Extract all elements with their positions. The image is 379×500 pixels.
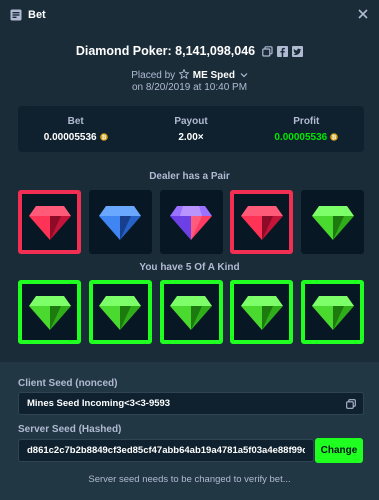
facebook-icon[interactable] — [277, 45, 289, 57]
gem-card — [159, 280, 223, 344]
profit-value: 0.00005536 — [274, 131, 328, 143]
dealer-cards — [18, 190, 364, 254]
star-icon — [178, 69, 189, 79]
bet-value: 0.00005536 — [43, 131, 97, 143]
bet-stat: Bet 0.00005536 ₿ — [18, 106, 133, 152]
client-seed-label: Client Seed (nonced) — [18, 378, 118, 389]
client-seed-value: Mines Seed Incoming<3<3-9593 — [27, 398, 171, 409]
payout-stat: Payout 2.00× — [133, 106, 248, 152]
client-seed-field[interactable]: Mines Seed Incoming<3<3-9593 — [18, 392, 364, 415]
placed-by: Placed by ME Sped — [0, 69, 379, 81]
green-gem-icon — [240, 296, 283, 330]
profit-label: Profit — [293, 115, 320, 127]
payout-label: Payout — [174, 115, 208, 127]
player-result-label: You have 5 Of A Kind — [139, 262, 240, 273]
gem-card — [18, 280, 81, 344]
server-seed-field[interactable]: d861c2c7b2b8849cf3ed85cf47abb64ab19a4781… — [18, 439, 314, 462]
coin-icon: ₿ — [330, 133, 339, 141]
player-cards — [18, 280, 364, 344]
game-title-row: Diamond Poker: 8,141,098,046 — [0, 44, 379, 58]
bet-date: on 8/20/2019 at 10:40 PM — [131, 82, 248, 93]
copy-icon[interactable] — [262, 45, 273, 57]
profit-stat: Profit 0.00005536 ₿ — [249, 106, 364, 152]
gem-card — [88, 190, 152, 254]
dealer-result-label: Dealer has a Pair — [149, 171, 230, 182]
server-seed-label: Server Seed (Hashed) — [18, 424, 122, 435]
change-seed-button[interactable]: Change — [315, 438, 363, 463]
purple-gem-icon — [170, 206, 212, 240]
gem-card — [230, 280, 294, 344]
blue-gem-icon — [99, 206, 142, 240]
bet-label: Bet — [67, 115, 84, 127]
gem-card — [18, 190, 81, 254]
svg-text:₿: ₿ — [332, 134, 337, 141]
green-gem-icon — [99, 296, 142, 330]
server-seed-value: d861c2c7b2b8849cf3ed85cf47abb64ab19a4781… — [27, 445, 305, 456]
green-gem-icon — [311, 206, 354, 240]
game-title: Diamond Poker: 8,141,098,046 — [75, 44, 256, 58]
green-gem-icon — [170, 296, 212, 330]
placed-by-prefix: Placed by — [131, 70, 176, 81]
gem-card — [301, 190, 364, 254]
verify-note: Server seed needs to be changed to verif… — [88, 474, 291, 485]
twitter-icon[interactable] — [292, 45, 304, 57]
red-gem-icon — [240, 206, 283, 240]
green-gem-icon — [28, 296, 71, 330]
profit-value-row: 0.00005536 ₿ — [274, 131, 339, 143]
payout-value: 2.00× — [178, 131, 204, 143]
bet-stats-panel: Bet 0.00005536 ₿ Payout 2.00× Profit 0.0… — [18, 106, 364, 152]
red-gem-icon — [28, 206, 71, 240]
chevron-down-icon[interactable] — [240, 71, 248, 79]
svg-text:₿: ₿ — [101, 134, 106, 141]
copy-icon[interactable] — [346, 399, 356, 409]
gem-card — [230, 190, 294, 254]
gem-card — [301, 280, 364, 344]
username-link[interactable]: ME Sped — [193, 70, 235, 81]
close-icon[interactable] — [357, 8, 369, 20]
gem-card — [88, 280, 152, 344]
modal-title: Bet — [28, 9, 46, 21]
green-gem-icon — [311, 296, 354, 330]
modal-header: Bet — [0, 0, 379, 30]
coin-icon: ₿ — [99, 133, 108, 141]
bet-ticket-icon — [10, 9, 22, 21]
gem-card — [159, 190, 223, 254]
bet-value-row: 0.00005536 ₿ — [44, 132, 108, 143]
